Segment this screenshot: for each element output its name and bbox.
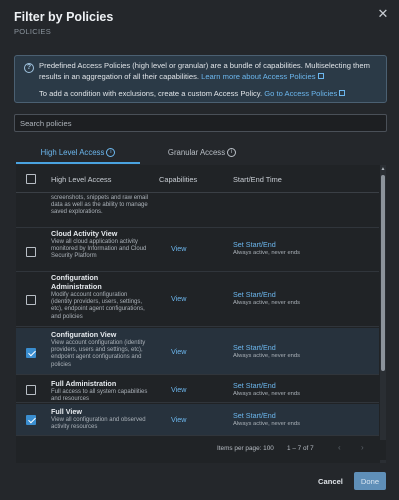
search-input[interactable] <box>14 114 387 132</box>
view-capabilities-link[interactable]: View <box>171 244 186 253</box>
row-description: screenshots, snippets and raw email data… <box>51 195 149 216</box>
header-capabilities: Capabilities <box>159 175 198 184</box>
view-capabilities-link[interactable]: View <box>171 294 186 303</box>
help-icon[interactable]: i <box>106 148 116 158</box>
dialog-header: Filter by Policies POLICIES <box>14 10 113 36</box>
time-status: Always active, never ends <box>233 421 301 427</box>
select-all-checkbox[interactable] <box>26 174 36 184</box>
row-name: Full Administration <box>51 379 117 388</box>
tab-granular-access[interactable]: Granular Access i <box>140 144 264 164</box>
row-description: Full access to all system capabilities a… <box>51 389 148 403</box>
time-status: Always active, never ends <box>233 391 301 397</box>
view-capabilities-link[interactable]: View <box>171 347 186 356</box>
table-row[interactable]: Full Administration Full access to all s… <box>16 376 379 403</box>
header-high-level-access: High Level Access <box>51 175 112 184</box>
set-start-end-link[interactable]: Set Start/End <box>233 290 276 299</box>
prev-page-icon[interactable]: ‹ <box>338 443 341 452</box>
set-start-end-link[interactable]: Set Start/End <box>233 343 276 352</box>
dialog-footer: Cancel Done <box>0 463 399 500</box>
tab-bar: High Level Access i Granular Access i <box>16 144 386 164</box>
row-description: View all cloud application activity moni… <box>51 239 147 260</box>
table-scrollbar[interactable]: ▲ ▼ <box>380 165 386 463</box>
scroll-thumb[interactable] <box>381 175 385 371</box>
close-icon[interactable]: ✕ <box>375 6 391 22</box>
tab-granular-access-label: Granular Access <box>167 148 226 157</box>
policies-table: High Level Access Capabilities Start/End… <box>16 165 386 463</box>
dialog-title: Filter by Policies <box>14 10 114 24</box>
filter-dialog: Filter by Policies POLICIES ✕ ? Predefin… <box>0 0 399 500</box>
items-per-page[interactable]: Items per page: 100 <box>217 445 274 452</box>
view-capabilities-link[interactable]: View <box>171 415 186 424</box>
table-row[interactable]: Configuration Administration Modify acco… <box>16 273 379 327</box>
help-icon[interactable]: i <box>227 148 237 158</box>
page-range: 1 – 7 of 7 <box>287 445 314 452</box>
external-link-icon <box>339 90 346 96</box>
paginator: Items per page: 100 1 – 7 of 7 ‹ › <box>16 440 386 460</box>
learn-more-link-label: Learn more about Access Policies <box>201 71 316 81</box>
row-checkbox-checked[interactable] <box>26 415 36 425</box>
row-checkbox-checked[interactable] <box>26 348 36 358</box>
scroll-up-arrow-icon[interactable]: ▲ <box>380 165 386 173</box>
info-text-1: Predefined Access Policies (high level o… <box>39 61 379 82</box>
row-description: Modify account configuration (identity p… <box>51 292 145 320</box>
time-status: Always active, never ends <box>233 300 301 306</box>
row-name: Cloud Activity View <box>51 229 118 238</box>
row-name: Configuration Administration <box>51 273 102 291</box>
info-banner: ? Predefined Access Policies (high level… <box>14 55 387 103</box>
view-capabilities-link[interactable]: View <box>171 385 186 394</box>
go-to-link-label: Go to Access Policies <box>264 89 338 98</box>
table-row: screenshots, snippets and raw email data… <box>16 194 379 228</box>
row-checkbox[interactable] <box>26 247 36 257</box>
row-name: Full View <box>51 407 83 416</box>
learn-more-link[interactable]: Learn more about Access Policies <box>201 71 324 81</box>
tab-high-level-access-label: High Level Access <box>40 148 105 157</box>
table-row[interactable]: Cloud Activity View View all cloud appli… <box>16 229 379 272</box>
set-start-end-link[interactable]: Set Start/End <box>233 381 276 390</box>
row-description: View all configuration and observed acti… <box>51 417 146 431</box>
table-row[interactable]: Configuration View View account configur… <box>16 328 379 375</box>
done-button[interactable]: Done <box>354 472 386 490</box>
cancel-button[interactable]: Cancel <box>318 472 343 490</box>
table-row[interactable]: Full View View all configuration and obs… <box>16 404 379 436</box>
row-checkbox[interactable] <box>26 295 36 305</box>
set-start-end-link[interactable]: Set Start/End <box>233 411 276 420</box>
row-checkbox[interactable] <box>26 385 36 395</box>
dialog-subtitle: POLICIES <box>14 27 51 36</box>
go-to-access-policies-link[interactable]: Go to Access Policies <box>264 89 346 98</box>
question-icon: ? <box>24 63 34 73</box>
tab-high-level-access[interactable]: High Level Access i <box>16 144 140 164</box>
row-description: View account configuration (identity pro… <box>51 340 146 368</box>
header-start-end-time: Start/End Time <box>233 175 282 184</box>
set-start-end-link[interactable]: Set Start/End <box>233 240 276 249</box>
time-status: Always active, never ends <box>233 353 301 359</box>
time-status: Always active, never ends <box>233 250 301 256</box>
info-text-2: To add a condition with exclusions, crea… <box>39 89 379 100</box>
table-header: High Level Access Capabilities Start/End… <box>16 165 379 193</box>
info-text-2-body: To add a condition with exclusions, crea… <box>39 89 263 98</box>
next-page-icon[interactable]: › <box>361 443 364 452</box>
external-link-icon <box>317 72 324 79</box>
row-name: Configuration View <box>51 330 117 339</box>
